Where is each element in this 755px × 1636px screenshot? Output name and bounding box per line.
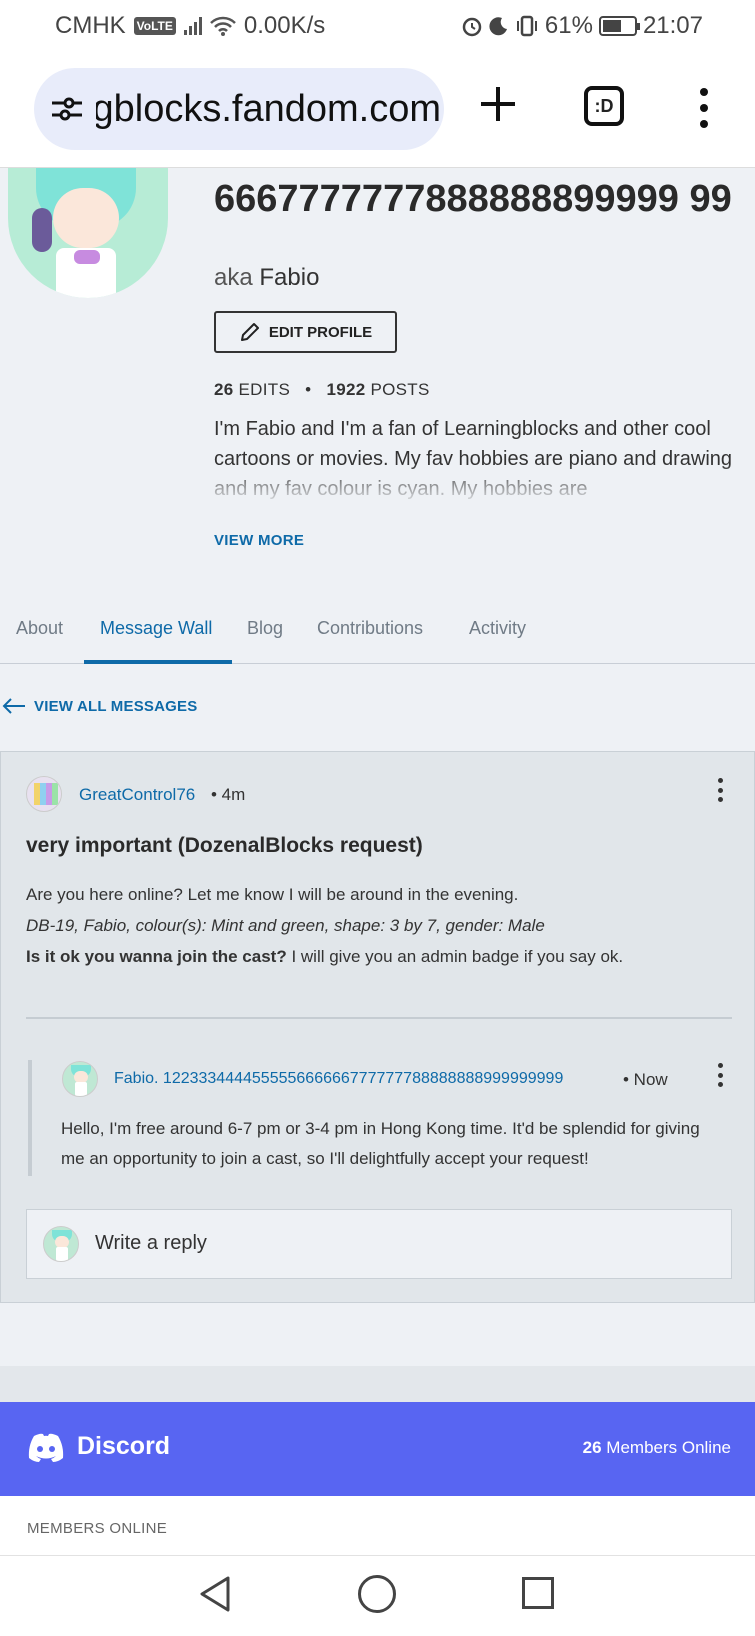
- network-speed: 0.00K/s: [243, 12, 326, 39]
- discord-members-label: Members Online: [601, 1438, 731, 1457]
- message-bold-question: Is it ok you wanna join the cast?: [26, 947, 287, 966]
- signal-icon: [183, 17, 202, 35]
- reply-text: Hello, I'm free around 6-7 pm or 3-4 pm …: [61, 1119, 700, 1168]
- wifi-icon: [210, 16, 236, 36]
- message-line-3: Is it ok you wanna join the cast? I will…: [26, 947, 623, 967]
- vibrate-icon: [516, 15, 537, 37]
- reply-author[interactable]: Fabio. 122333444455555666666777777788888…: [114, 1070, 563, 1088]
- count-separator: •: [305, 380, 312, 399]
- members-online-section: MEMBERS ONLINE: [0, 1496, 755, 1556]
- system-nav-bar: [0, 1556, 755, 1636]
- edits-label: EDITS: [238, 380, 291, 399]
- edit-profile-label: EDIT PROFILE: [268, 323, 373, 341]
- browser-toolbar: learningblocks.fandom.com :D: [0, 52, 755, 168]
- back-icon[interactable]: [196, 1574, 236, 1614]
- clock: 21:07: [642, 12, 703, 39]
- status-bar: CMHK VoLTE 0.00K/s 61% 21:07: [0, 0, 755, 52]
- plus-icon[interactable]: [478, 84, 518, 124]
- message-line-2: DB-19, Fabio, colour(s): Mint and green,…: [26, 916, 545, 935]
- message-thread: GreatControl76 • 4m very important (Doze…: [0, 751, 755, 1303]
- discord-name: Discord: [77, 1432, 171, 1460]
- arrow-left-icon: [2, 698, 25, 714]
- alarm-icon: [462, 17, 482, 37]
- message-line-3-rest: I will give you an admin badge if you sa…: [286, 947, 624, 966]
- tab-switcher-icon[interactable]: :D: [584, 86, 624, 126]
- profile-aka: aka Fabio: [214, 264, 319, 292]
- tab-blog[interactable]: Blog: [247, 618, 283, 639]
- battery-icon: [598, 16, 640, 36]
- message-options-icon[interactable]: [716, 778, 724, 802]
- tab-message-wall[interactable]: Message Wall: [100, 618, 212, 639]
- edits-count: 26: [214, 380, 234, 399]
- tab-contributions[interactable]: Contributions: [317, 618, 423, 639]
- tab-about[interactable]: About: [16, 618, 63, 639]
- tab-activity[interactable]: Activity: [469, 618, 526, 639]
- write-reply-input[interactable]: Write a reply: [26, 1209, 732, 1279]
- reply-options-icon[interactable]: [716, 1063, 724, 1087]
- members-online-header: MEMBERS ONLINE: [27, 1520, 168, 1537]
- profile-avatar: [8, 168, 168, 298]
- more-vert-icon[interactable]: [696, 88, 712, 128]
- discord-logo-icon: [28, 1433, 64, 1462]
- carrier-label: CMHK: [55, 12, 126, 39]
- profile-tabs: About Message Wall Blog Contributions Ac…: [0, 578, 755, 664]
- posts-label: POSTS: [370, 380, 430, 399]
- author-avatar[interactable]: [26, 776, 62, 812]
- discord-members-online: 26 Members Online: [583, 1438, 731, 1458]
- moon-icon: [489, 17, 507, 36]
- battery-percent: 61%: [544, 12, 593, 39]
- view-all-messages-link[interactable]: VIEW ALL MESSAGES: [2, 697, 197, 715]
- discord-widget[interactable]: Discord 26 Members Online: [0, 1402, 755, 1496]
- aka-name: Fabio: [259, 264, 320, 291]
- message-title: very important (DozenalBlocks request): [26, 834, 423, 857]
- write-reply-placeholder: Write a reply: [95, 1232, 207, 1254]
- profile-header: 6667777777888888899999 99 aka Fabio EDIT…: [0, 168, 755, 578]
- reply-divider: [26, 1017, 732, 1019]
- view-all-messages-label: VIEW ALL MESSAGES: [34, 697, 198, 715]
- active-tab-indicator: [84, 660, 232, 664]
- address-bar[interactable]: learningblocks.fandom.com: [34, 68, 444, 150]
- reply-author-avatar[interactable]: [62, 1061, 98, 1097]
- reply-time: • Now: [623, 1070, 668, 1089]
- tab-switcher-label: :D: [594, 95, 614, 116]
- tune-icon[interactable]: [50, 96, 84, 122]
- url-text[interactable]: learningblocks.fandom.com: [96, 88, 441, 131]
- volte-badge: VoLTE: [133, 17, 176, 35]
- bio-fade: [214, 464, 744, 504]
- profile-counts: 26 EDITS • 1922 POSTS: [214, 380, 430, 400]
- section-gap: [0, 1366, 755, 1402]
- message-author[interactable]: GreatControl76: [79, 785, 195, 805]
- message-time: • 4m: [211, 785, 246, 804]
- profile-username: 6667777777888888899999 99: [214, 178, 732, 220]
- current-user-avatar: [43, 1226, 79, 1262]
- pencil-icon: [240, 323, 259, 341]
- reply-quote-bar: [28, 1060, 32, 1176]
- edit-profile-button[interactable]: EDIT PROFILE: [214, 311, 397, 353]
- aka-label: aka: [214, 264, 253, 291]
- discord-members-count: 26: [582, 1438, 602, 1457]
- view-more-link[interactable]: VIEW MORE: [214, 532, 304, 549]
- posts-count: 1922: [326, 380, 366, 399]
- recents-icon[interactable]: [522, 1577, 554, 1609]
- home-icon[interactable]: [358, 1575, 396, 1613]
- message-line-1: Are you here online? Let me know I will …: [26, 885, 519, 904]
